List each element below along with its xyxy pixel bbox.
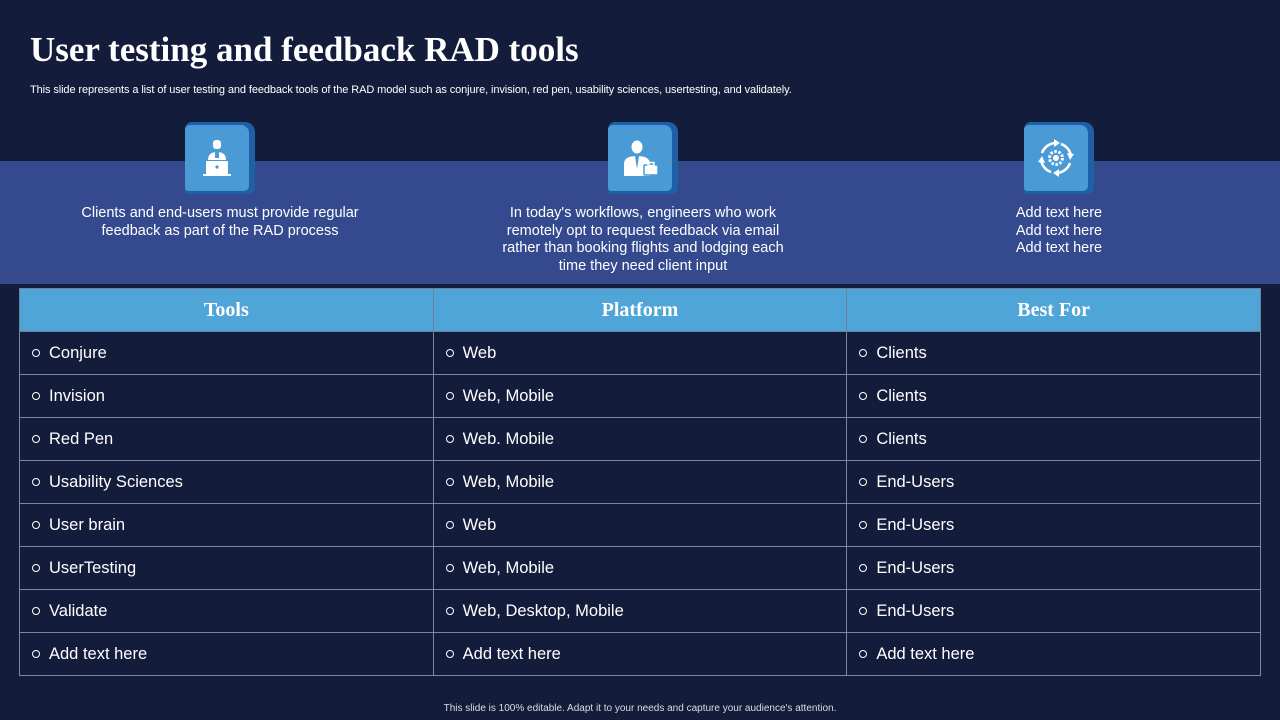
table-row: Conjure Web Clients	[19, 331, 1261, 375]
bullet-icon	[859, 391, 868, 400]
bullet-icon	[32, 348, 40, 357]
table-row: Validate Web, Desktop, Mobile End-Users	[19, 589, 1261, 633]
bullet-icon	[32, 520, 40, 529]
cell-tool: Add text here	[19, 632, 434, 676]
cell-best-for: End-Users	[846, 503, 1261, 547]
bullet-icon	[859, 649, 868, 658]
cell-platform: Web	[432, 503, 848, 547]
cell-tool: UserTesting	[19, 546, 434, 590]
footer-note: This slide is 100% editable. Adapt it to…	[443, 703, 837, 714]
feature-icon-tile	[185, 122, 255, 194]
tools-table: Tools Platform Best For Conjure Web Clie…	[19, 288, 1261, 676]
cell-best-for: End-Users	[846, 546, 1261, 590]
bullet-icon	[859, 348, 868, 357]
feature-icon-tile	[608, 122, 678, 194]
bullet-icon	[445, 434, 454, 443]
cell-platform: Web	[432, 331, 848, 375]
table-row: Usability Sciences Web, Mobile End-Users	[19, 460, 1261, 504]
cell-tool: Validate	[19, 589, 434, 633]
table-header-row: Tools Platform Best For	[19, 288, 1261, 332]
cell-platform: Web, Mobile	[432, 460, 848, 504]
feature-icon-tile	[1024, 122, 1094, 194]
bullet-icon	[445, 477, 454, 486]
table-row: User brain Web End-Users	[19, 503, 1261, 547]
cell-best-for: Clients	[846, 417, 1261, 461]
bullet-icon	[32, 606, 40, 615]
cell-best-for: Add text here	[846, 632, 1261, 676]
column-header-tools: Tools	[19, 288, 434, 332]
bullet-icon	[445, 348, 454, 357]
cell-best-for: Clients	[846, 374, 1261, 418]
feature-clients: Clients and end-users must provide regul…	[70, 122, 370, 240]
feature-placeholder: Add text here Add text here Add text her…	[909, 122, 1209, 258]
bullet-icon	[32, 563, 40, 572]
cell-best-for: End-Users	[846, 460, 1261, 504]
page-subtitle: This slide represents a list of user tes…	[30, 84, 792, 96]
column-header-best-for: Best For	[846, 288, 1261, 332]
table-row: Red Pen Web. Mobile Clients	[19, 417, 1261, 461]
feature-text-line: Add text here	[1015, 222, 1103, 239]
cell-platform: Web, Mobile	[432, 546, 848, 590]
bullet-icon	[859, 606, 868, 615]
bullet-icon	[859, 434, 868, 443]
businessman-icon	[624, 140, 659, 176]
cell-platform: Web. Mobile	[432, 417, 848, 461]
bullet-icon	[32, 477, 40, 486]
table-row: Add text here Add text here Add text her…	[19, 632, 1261, 676]
bullet-icon	[859, 477, 868, 486]
bullet-icon	[445, 606, 454, 615]
cell-platform: Web, Desktop, Mobile	[432, 589, 848, 633]
bullet-icon	[32, 391, 40, 400]
table-row: UserTesting Web, Mobile End-Users	[19, 546, 1261, 590]
bullet-icon	[445, 649, 454, 658]
feature-text: Clients and end-users must provide regul…	[81, 205, 359, 239]
feature-text: In today's workflows, engineers who work…	[502, 205, 784, 274]
page-title: User testing and feedback RAD tools	[30, 30, 579, 69]
cell-platform: Add text here	[432, 632, 848, 676]
feature-text-line: Add text here	[1015, 240, 1103, 257]
bullet-icon	[859, 563, 868, 572]
feature-text: Add text here Add text here Add text her…	[909, 205, 1209, 258]
feature-remote: In today's workflows, engineers who work…	[493, 122, 793, 275]
feature-text-line: Add text here	[1015, 205, 1103, 221]
gear-cycle-icon	[1038, 139, 1074, 177]
bullet-icon	[32, 434, 40, 443]
bullet-icon	[32, 649, 40, 658]
bullet-icon	[445, 520, 454, 529]
user-laptop-icon	[203, 140, 231, 176]
cell-best-for: End-Users	[846, 589, 1261, 633]
table-row: Invision Web, Mobile Clients	[19, 374, 1261, 418]
cell-tool: Conjure	[19, 331, 434, 375]
bullet-icon	[445, 563, 454, 572]
cell-tool: Usability Sciences	[19, 460, 434, 504]
bullet-icon	[859, 520, 868, 529]
cell-tool: User brain	[19, 503, 434, 547]
bullet-icon	[445, 391, 454, 400]
column-header-platform: Platform	[432, 288, 848, 332]
cell-best-for: Clients	[846, 331, 1261, 375]
cell-platform: Web, Mobile	[432, 374, 848, 418]
cell-tool: Red Pen	[19, 417, 434, 461]
cell-tool: Invision	[19, 374, 434, 418]
